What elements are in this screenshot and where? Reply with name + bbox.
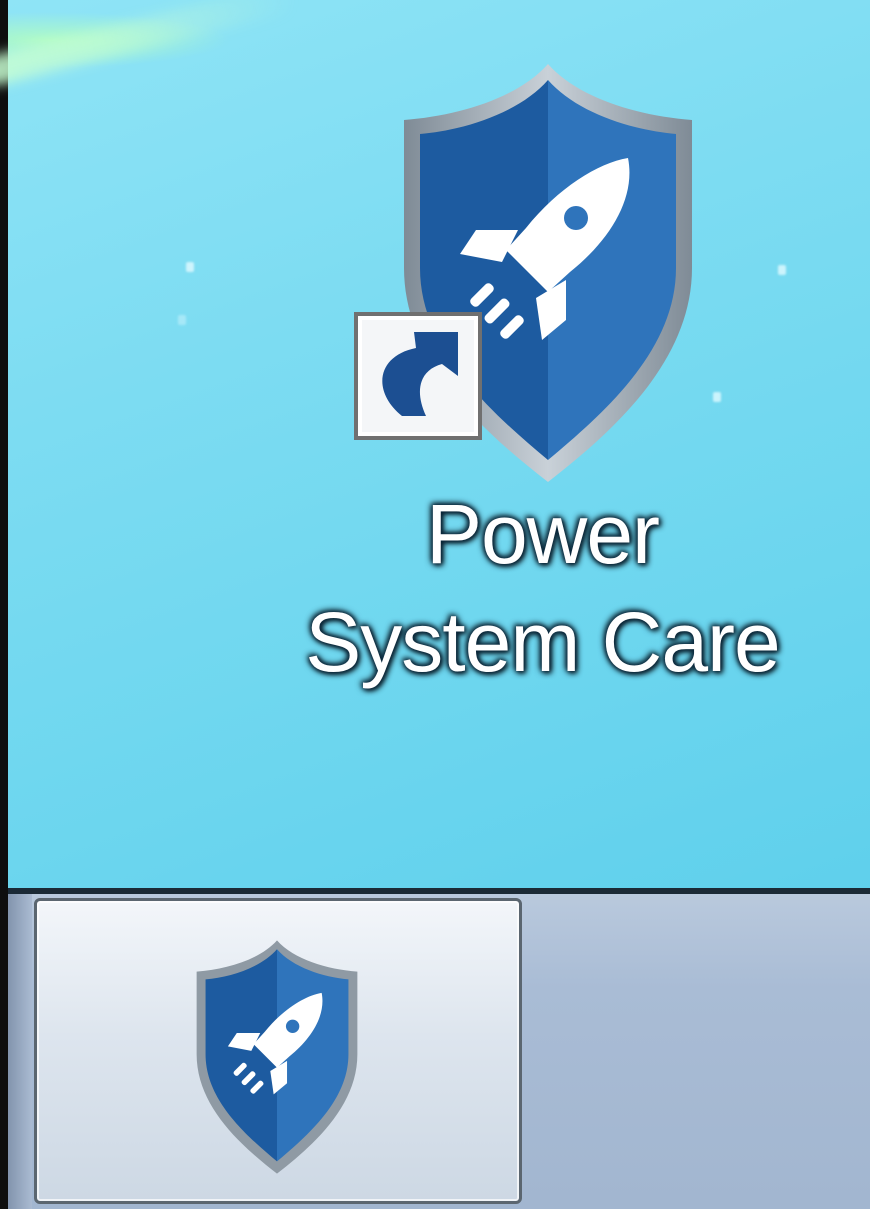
desktop-icon-label: Power System Care xyxy=(270,480,815,696)
wallpaper-light-streak xyxy=(0,0,297,89)
window-edge xyxy=(0,0,8,1209)
wallpaper-sparkle xyxy=(186,262,194,272)
taskbar-button-power-system-care[interactable] xyxy=(34,898,522,1204)
wallpaper-sparkle xyxy=(178,315,186,325)
taskbar xyxy=(8,894,870,1209)
screen: Power System Care xyxy=(0,0,870,1209)
shortcut-arrow-icon xyxy=(354,312,482,440)
icon-label-line2: System Care xyxy=(305,595,780,689)
desktop-icon-power-system-care[interactable]: Power System Care xyxy=(270,50,815,720)
icon-label-line1: Power xyxy=(425,487,660,581)
taskbar-separator xyxy=(8,894,32,1209)
shield-rocket-icon xyxy=(196,940,358,1174)
desktop[interactable]: Power System Care xyxy=(0,0,870,890)
